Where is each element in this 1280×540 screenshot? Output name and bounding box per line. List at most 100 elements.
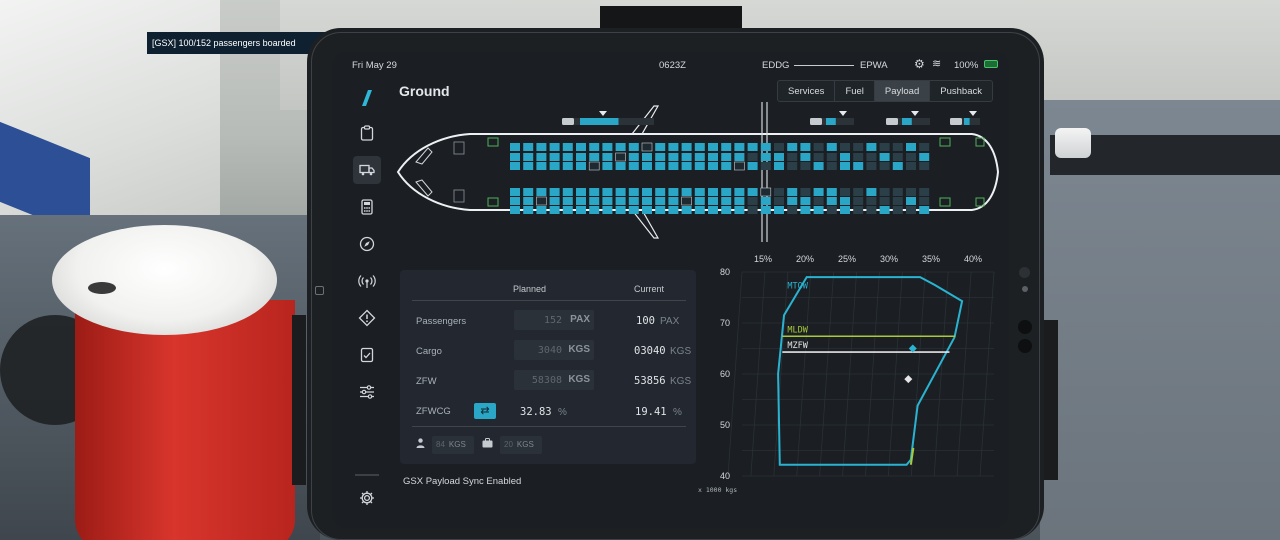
settings-icon[interactable] [353,484,381,512]
status-zulu-time: 0623Z [659,60,686,71]
zfw-planned-value: 58308 [531,375,562,386]
seat [760,197,771,205]
seat [919,188,930,196]
cg-envelope [777,276,964,466]
status-departure: EDDG [762,60,790,71]
seat [562,206,573,214]
passengers-current-unit: PAX [660,316,680,327]
seat [708,206,718,214]
seat [549,188,560,196]
seat [510,197,520,205]
seat [747,206,758,214]
weight-per-bag-unit: KGS [516,440,534,449]
seat [562,153,573,161]
seat [694,188,705,196]
seat [892,143,903,151]
seat [774,143,784,151]
seat [787,143,798,151]
seat [813,206,824,214]
gsx-sync-status: GSX Payload Sync Enabled [403,476,522,487]
seat [668,162,679,170]
weight-per-pax-input[interactable]: 84 KGS [432,436,474,454]
gear-icon[interactable]: ⚙ [914,57,925,71]
seat [588,161,600,171]
x-tick-label: 15% [754,254,772,264]
zfw-planned-input[interactable]: 58308 KGS [514,370,594,390]
battery-icon [984,60,998,68]
cargo-current-unit: KGS [670,346,692,357]
x-tick-label: 25% [838,254,856,264]
seat [879,188,890,196]
coffee-cup [75,300,295,540]
cargo-planned-value: 3040 [537,345,562,356]
passengers-planned-input[interactable]: 152 PAX [514,310,594,330]
seat [774,197,784,205]
shuffle-icon[interactable]: ⇄ [474,403,496,419]
seat [642,206,652,214]
zfw-label: ZFW [416,376,437,387]
app-logo-icon [362,90,372,106]
clipboard-icon[interactable] [353,119,381,147]
seat [576,153,586,161]
seat [681,188,692,196]
sliders-icon[interactable] [353,378,381,406]
seat [615,152,626,162]
seat [576,206,586,214]
wifi-icon: ≋ [932,58,942,70]
zfwcg-label: ZFWCG [416,406,451,417]
seat [760,143,771,151]
tab-pushback[interactable]: Pushback [930,80,993,102]
seat [523,153,534,161]
seat [906,188,916,196]
passengers-planned-value: 152 [543,315,562,326]
zfwcg-current-value: 19.41 [635,406,667,418]
status-bar: Fri May 29 0623Z EDDG EPWA ⚙ ≋ 100% [332,52,1009,76]
cargo-planned-input[interactable]: 3040 KGS [514,340,594,360]
seat [840,143,850,151]
truck-icon[interactable] [353,156,381,184]
calculator-icon[interactable] [353,193,381,221]
y-tick-label: 40 [720,471,730,481]
seat [892,206,903,214]
seat [919,197,930,205]
seat [840,162,850,170]
warning-icon[interactable] [353,304,381,332]
seat [549,162,560,170]
seat [694,206,705,214]
seat [536,153,547,161]
cargo-planned-unit: KGS [568,344,590,355]
weight-per-bag-input[interactable]: 20 KGS [500,436,542,454]
planned-header: Planned [513,284,547,294]
seat [892,188,903,196]
status-date: Fri May 29 [352,60,397,71]
compass-icon[interactable] [353,230,381,258]
seat [866,143,877,151]
seat [800,188,811,196]
x-tick-label: 30% [880,254,898,264]
seat [681,196,692,206]
seat [826,143,837,151]
footer-divider [412,426,686,427]
seat [681,162,692,170]
seat [800,143,811,151]
cg-envelope-chart: 15% 20% 25% 30% 35% 40% 80 70 60 50 40 x 1000 kgs MT… [698,254,995,494]
tab-payload[interactable]: Payload [874,80,931,102]
tablet-lens [1018,339,1032,353]
seat [760,187,772,197]
x-tick-label: 35% [922,254,940,264]
seat [668,206,679,214]
tab-services[interactable]: Services [777,80,836,102]
seat [523,162,534,170]
aircraft-seat-map [396,102,1000,242]
seat [800,153,811,161]
seat [892,197,903,205]
seat [589,188,600,196]
seat [642,188,652,196]
seat [721,197,732,205]
seat [562,188,573,196]
zfwcg-current-unit: % [673,407,682,418]
tab-fuel[interactable]: Fuel [835,80,875,102]
checklist-icon[interactable] [353,341,381,369]
radio-icon[interactable] [353,267,381,295]
seat [813,162,824,170]
